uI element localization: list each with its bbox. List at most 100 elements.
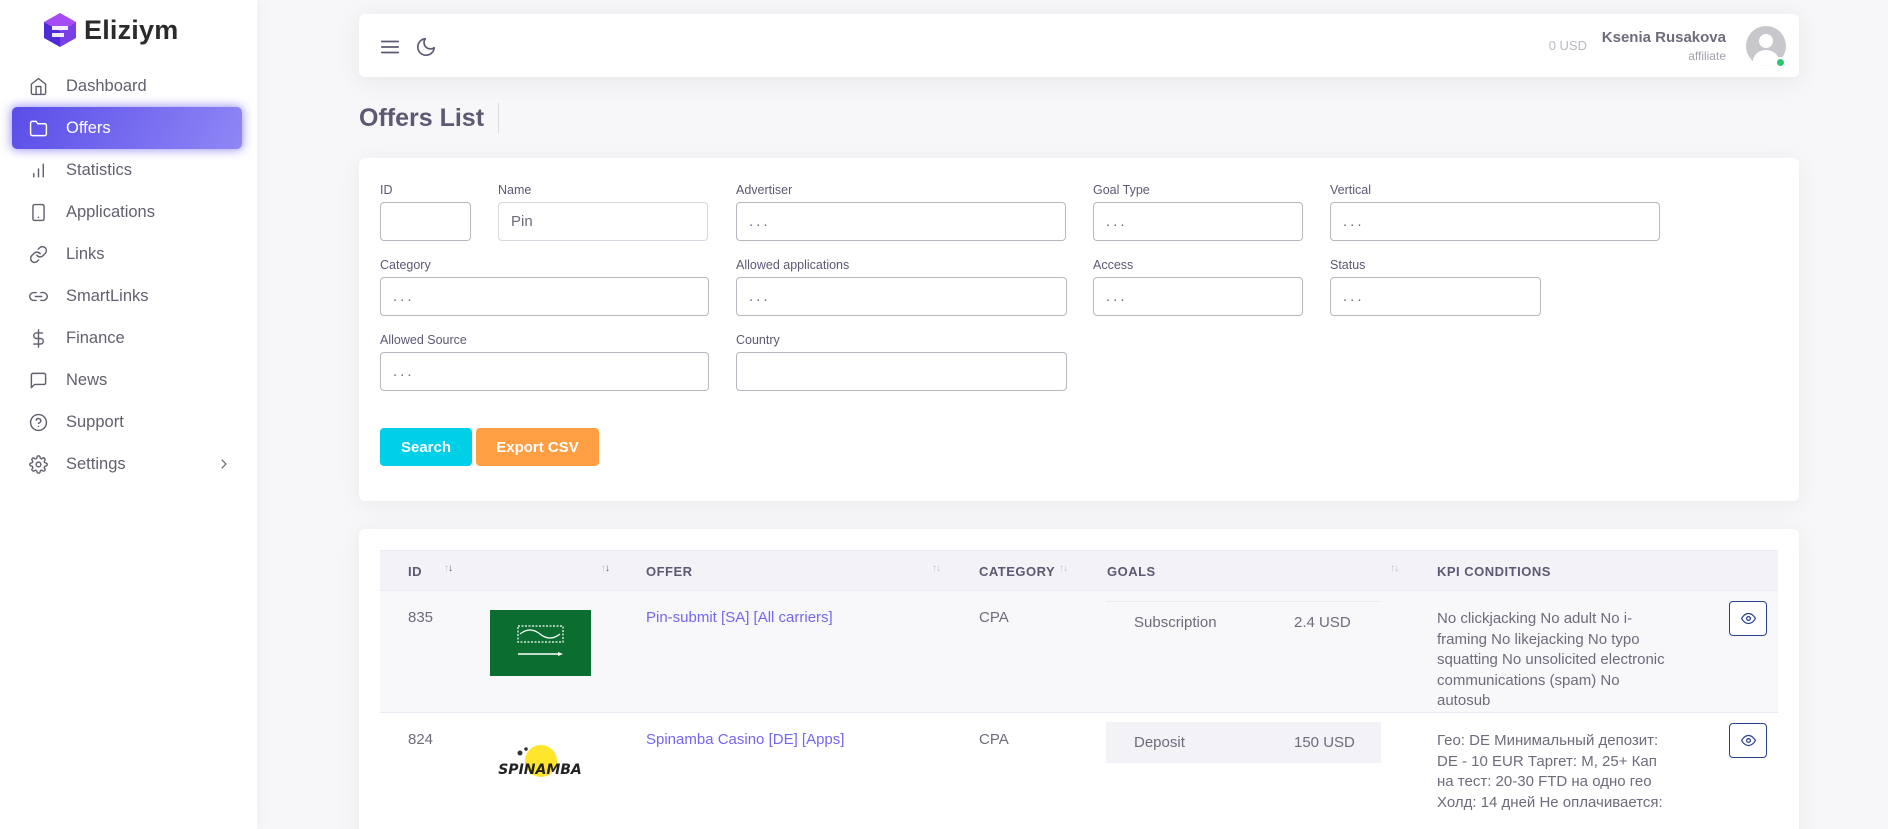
th-id[interactable]: ID bbox=[408, 564, 422, 579]
link-icon bbox=[28, 244, 48, 264]
kpi-conditions: No clickjacking No adult No i-framing No… bbox=[1437, 610, 1665, 709]
filter-card: ID Name Advertiser Goal Type Vertical Ca… bbox=[359, 158, 1799, 501]
th-category[interactable]: CATEGORY bbox=[979, 564, 1055, 579]
vertical-select[interactable] bbox=[1330, 202, 1660, 241]
country-select[interactable] bbox=[736, 352, 1067, 391]
sidebar-item-applications[interactable]: Applications bbox=[12, 191, 242, 233]
brand-logo-icon bbox=[44, 13, 76, 47]
category-select[interactable] bbox=[380, 277, 709, 316]
moon-icon[interactable] bbox=[415, 36, 437, 58]
sidebar-item-news[interactable]: News bbox=[12, 359, 242, 401]
offer-category: CPA bbox=[979, 609, 1009, 626]
smartphone-icon bbox=[28, 202, 48, 222]
id-label: ID bbox=[380, 183, 393, 197]
allowed-source-label: Allowed Source bbox=[380, 333, 467, 347]
view-offer-button[interactable] bbox=[1729, 601, 1767, 636]
allowed-applications-label: Allowed applications bbox=[736, 258, 850, 272]
name-input[interactable] bbox=[498, 202, 708, 241]
kpi-conditions: Гео: DE Минимальный депозит: DE - 10 EUR… bbox=[1437, 732, 1663, 811]
access-select[interactable] bbox=[1093, 277, 1303, 316]
sidebar-item-dashboard[interactable]: Dashboard bbox=[12, 65, 242, 107]
goal-name: Subscription bbox=[1134, 614, 1217, 631]
sidebar-item-settings[interactable]: Settings bbox=[12, 443, 242, 485]
status-label: Status bbox=[1330, 258, 1366, 272]
bar-chart-icon bbox=[28, 160, 48, 180]
sidebar-item-label: News bbox=[66, 370, 108, 389]
goal-payout: 2.4 USD bbox=[1294, 614, 1351, 631]
sidebar-item-smartlinks[interactable]: SmartLinks bbox=[12, 275, 242, 317]
country-label: Country bbox=[736, 333, 780, 347]
table-header: ID ↑↓ ↑↓ OFFER ↑↓ CATEGORY ↑↓ GOALS ↑↓ K… bbox=[380, 550, 1778, 591]
eye-icon bbox=[1740, 734, 1756, 747]
goal-type-label: Goal Type bbox=[1093, 183, 1150, 197]
spinamba-logo-icon: SPINAMBA bbox=[490, 731, 591, 797]
avatar-head bbox=[1759, 34, 1773, 48]
sidebar-item-label: SmartLinks bbox=[66, 286, 149, 305]
link-2-icon bbox=[28, 286, 48, 306]
offer-id: 835 bbox=[408, 609, 434, 626]
brand[interactable]: Eliziym bbox=[40, 10, 178, 50]
page-title: Offers List bbox=[359, 103, 500, 133]
top-navbar: 0 USD Ksenia Rusakova affiliate bbox=[359, 14, 1799, 77]
chevron-right-icon bbox=[221, 459, 227, 469]
sidebar-item-label: Applications bbox=[66, 202, 155, 221]
sidebar-item-label: Links bbox=[66, 244, 105, 263]
offer-id: 824 bbox=[408, 731, 434, 748]
user-name[interactable]: Ksenia Rusakova bbox=[1602, 29, 1726, 46]
sidebar-item-label: Settings bbox=[66, 454, 126, 473]
sidebar-item-label: Offers bbox=[66, 118, 111, 137]
menu-icon[interactable] bbox=[379, 36, 401, 58]
message-square-icon bbox=[28, 370, 48, 390]
offer-name-link[interactable]: Spinamba Casino [DE] [Apps] bbox=[646, 731, 844, 748]
goal-item: Deposit 150 USD bbox=[1106, 722, 1381, 763]
vertical-label: Vertical bbox=[1330, 183, 1371, 197]
sidebar-item-label: Support bbox=[66, 412, 124, 431]
sidebar-item-label: Statistics bbox=[66, 160, 133, 179]
svg-text:SPINAMBA: SPINAMBA bbox=[498, 762, 582, 778]
view-offer-button[interactable] bbox=[1729, 723, 1767, 758]
th-kpi-conditions: KPI CONDITIONS bbox=[1437, 564, 1551, 579]
sidebar-item-links[interactable]: Links bbox=[12, 233, 242, 275]
offer-name-link[interactable]: Pin-submit [SA] [All carriers] bbox=[646, 609, 833, 626]
home-icon bbox=[28, 76, 48, 96]
user-role: affiliate bbox=[1688, 49, 1726, 63]
id-input[interactable] bbox=[380, 202, 471, 241]
help-circle-icon bbox=[28, 412, 48, 432]
settings-icon bbox=[28, 454, 48, 474]
sidebar-item-finance[interactable]: Finance bbox=[12, 317, 242, 359]
online-status-dot bbox=[1775, 57, 1786, 68]
sidebar-nav: Dashboard Offers Statistics Applications… bbox=[12, 65, 242, 485]
sidebar-item-support[interactable]: Support bbox=[12, 401, 242, 443]
goal-name: Deposit bbox=[1134, 734, 1185, 751]
th-offer[interactable]: OFFER bbox=[646, 564, 693, 579]
sidebar-item-label: Finance bbox=[66, 328, 125, 347]
goal-payout: 150 USD bbox=[1294, 734, 1355, 751]
table-row: 835 Pin-submit [SA] [All carriers] CPA S… bbox=[380, 591, 1778, 713]
search-button[interactable]: Search bbox=[380, 428, 472, 466]
sidebar-item-statistics[interactable]: Statistics bbox=[12, 149, 242, 191]
balance: 0 USD bbox=[1548, 38, 1587, 53]
allowed-applications-select[interactable] bbox=[736, 277, 1067, 316]
dollar-icon bbox=[28, 328, 48, 348]
sort-icon[interactable]: ↑↓ bbox=[444, 563, 453, 574]
goal-item: Subscription 2.4 USD bbox=[1106, 601, 1381, 642]
sidebar-item-offers[interactable]: Offers bbox=[12, 107, 242, 149]
th-goals[interactable]: GOALS bbox=[1107, 564, 1156, 579]
saudi-arabia-flag-icon bbox=[490, 610, 591, 676]
allowed-source-select[interactable] bbox=[380, 352, 709, 391]
sort-icon[interactable]: ↑↓ bbox=[601, 563, 610, 574]
export-csv-button[interactable]: Export CSV bbox=[476, 428, 599, 466]
category-label: Category bbox=[380, 258, 431, 272]
offers-table-card: ID ↑↓ ↑↓ OFFER ↑↓ CATEGORY ↑↓ GOALS ↑↓ K… bbox=[359, 529, 1799, 829]
offer-category: CPA bbox=[979, 731, 1009, 748]
status-select[interactable] bbox=[1330, 277, 1541, 316]
name-label: Name bbox=[498, 183, 532, 197]
access-label: Access bbox=[1093, 258, 1134, 272]
goal-type-select[interactable] bbox=[1093, 202, 1303, 241]
sidebar: Eliziym Dashboard Offers Statistics Appl… bbox=[0, 0, 257, 829]
sort-icon[interactable]: ↑↓ bbox=[1059, 563, 1068, 574]
eye-icon bbox=[1740, 612, 1756, 625]
sort-icon[interactable]: ↑↓ bbox=[1390, 563, 1399, 574]
advertiser-select[interactable] bbox=[736, 202, 1066, 241]
sort-icon[interactable]: ↑↓ bbox=[932, 563, 941, 574]
